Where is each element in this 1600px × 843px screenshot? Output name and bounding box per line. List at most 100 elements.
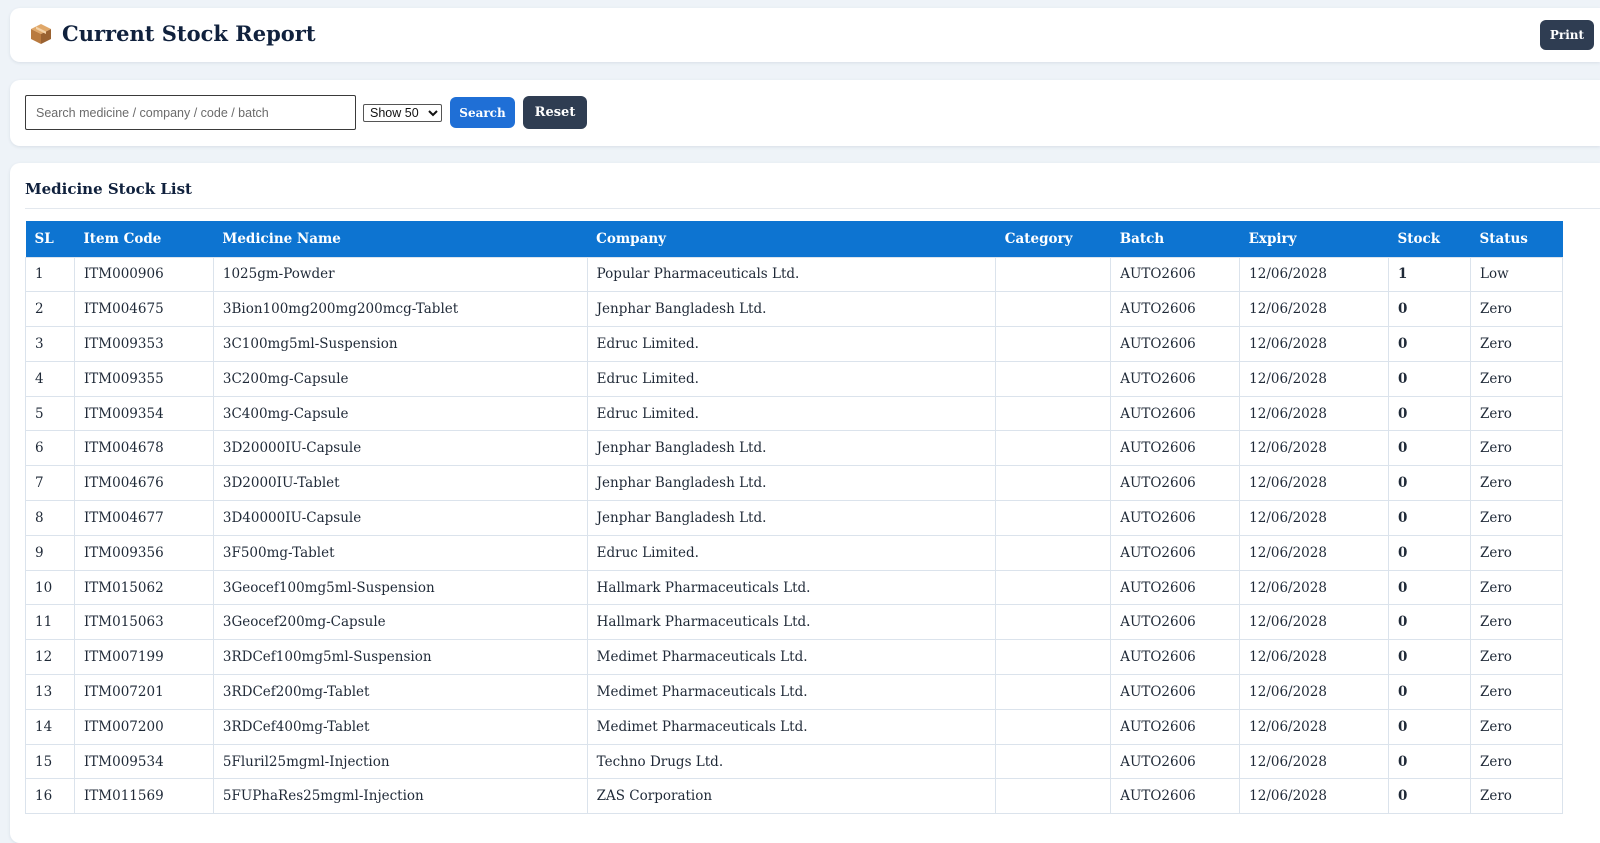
cell-status: Zero [1469,430,1564,467]
table-row[interactable]: 1 ITM000906 1025gm-Powder Popular Pharmaceu… [25,256,1564,293]
cell-category [995,465,1112,502]
search-button[interactable]: Search [450,97,515,128]
cell-item-code: ITM009356 [73,534,214,571]
reset-button[interactable]: Reset [523,96,587,129]
cell-expiry: 12/06/2028 [1239,778,1390,815]
table-row[interactable]: 16 ITM011569 5FUPhaRes25mgml-Injection ZAS … [25,778,1564,815]
cell-batch: AUTO2606 [1110,639,1241,676]
column-header-status[interactable]: Status [1470,221,1563,257]
filter-bar: Show 50 Search Reset [10,80,1600,146]
table-row[interactable]: 12 ITM007199 3RDCef100mg5ml-Suspension Medi… [25,639,1564,676]
table-row[interactable]: 3 ITM009353 3C100mg5ml-Suspension Edruc Lim… [25,326,1564,362]
cell-company: Jenphar Bangladesh Ltd. [586,465,997,502]
cell-category [995,674,1112,710]
table-row[interactable]: 10 ITM015062 3Geocef100mg5ml-Suspension Hal… [25,569,1564,606]
column-header-batch[interactable]: Batch [1110,221,1240,257]
table-row[interactable]: 15 ITM009534 5Fluril25mgml-Injection Techno… [25,743,1564,780]
cell-stock: 0 [1388,569,1471,606]
cell-medicine-name: 3F500mg-Tablet [212,534,588,571]
table-row[interactable]: 8 ITM004677 3D40000IU-Capsule Jenphar Bangl… [25,500,1564,536]
cell-company: Popular Pharmaceuticals Ltd. [586,256,997,293]
cell-sl: 10 [25,569,75,606]
cell-status: Low [1469,256,1564,293]
cell-expiry: 12/06/2028 [1239,743,1390,780]
cell-expiry: 12/06/2028 [1239,430,1390,467]
cell-status: Zero [1469,639,1564,676]
cell-status: Zero [1469,534,1564,571]
cell-category [995,639,1112,676]
cell-sl: 3 [25,326,75,362]
cell-batch: AUTO2606 [1110,778,1241,815]
cell-item-code: ITM009534 [73,743,214,780]
table-row[interactable]: 6 ITM004678 3D20000IU-Capsule Jenphar Bangl… [25,430,1564,467]
table-row[interactable]: 4 ITM009355 3C200mg-Capsule Edruc Limited. A… [25,360,1564,397]
column-header-item-code[interactable]: Item Code [74,221,214,257]
column-header-expiry[interactable]: Expiry [1239,221,1389,257]
cell-stock: 0 [1388,674,1471,710]
cell-item-code: ITM004678 [73,430,214,467]
table-row[interactable]: 11 ITM015063 3Geocef200mg-Capsule Hallmark … [25,604,1564,641]
cell-status: Zero [1469,743,1564,780]
table-row[interactable]: 14 ITM007200 3RDCef400mg-Tablet Medimet Pha… [25,708,1564,745]
cell-sl: 11 [25,604,75,641]
cell-stock: 0 [1388,500,1471,536]
table-row[interactable]: 7 ITM004676 3D2000IU-Tablet Jenphar Banglad… [25,465,1564,502]
search-input[interactable] [25,95,356,130]
cell-stock: 0 [1388,639,1471,676]
cell-item-code: ITM009353 [73,326,214,362]
cell-status: Zero [1469,500,1564,536]
cell-batch: AUTO2606 [1110,360,1241,397]
column-header-category[interactable]: Category [995,221,1111,257]
cell-medicine-name: 3RDCef400mg-Tablet [212,708,588,745]
cell-medicine-name: 3D40000IU-Capsule [212,500,588,536]
cell-category [995,395,1112,432]
cell-sl: 15 [25,743,75,780]
cell-sl: 9 [25,534,75,571]
cell-expiry: 12/06/2028 [1239,708,1390,745]
table-header-row: SL Item Code Medicine Name Company Categ… [25,221,1563,257]
stock-table: SL Item Code Medicine Name Company Categ… [25,221,1564,815]
cell-sl: 2 [25,291,75,328]
table-row[interactable]: 5 ITM009354 3C400mg-Capsule Edruc Limited. A… [25,395,1564,432]
cell-medicine-name: 1025gm-Powder [212,256,588,293]
column-header-sl[interactable]: SL [25,221,75,257]
cell-expiry: 12/06/2028 [1239,256,1390,293]
cell-expiry: 12/06/2028 [1239,639,1390,676]
cell-item-code: ITM007200 [73,708,214,745]
stock-list-card: Medicine Stock List SL Item Code Medicin… [10,163,1600,843]
cell-medicine-name: 5FUPhaRes25mgml-Injection [212,778,588,815]
cell-expiry: 12/06/2028 [1239,395,1390,432]
cell-category [995,778,1112,815]
page-size-select[interactable]: Show 50 [363,104,442,122]
cell-stock: 0 [1388,778,1471,815]
cell-batch: AUTO2606 [1110,674,1241,710]
cell-stock: 0 [1388,395,1471,432]
cell-stock: 0 [1388,604,1471,641]
cell-sl: 16 [25,778,75,815]
column-header-stock[interactable]: Stock [1388,221,1471,257]
cell-batch: AUTO2606 [1110,326,1241,362]
cell-company: Techno Drugs Ltd. [586,743,997,780]
cell-category [995,326,1112,362]
column-header-medicine-name[interactable]: Medicine Name [213,221,588,257]
table-row[interactable]: 9 ITM009356 3F500mg-Tablet Edruc Limited. AU… [25,534,1564,571]
cell-medicine-name: 3Geocef100mg5ml-Suspension [212,569,588,606]
cell-sl: 6 [25,430,75,467]
cell-category [995,534,1112,571]
cell-batch: AUTO2606 [1110,604,1241,641]
cell-category [995,360,1112,397]
column-header-company[interactable]: Company [587,221,996,257]
cell-sl: 14 [25,708,75,745]
table-row[interactable]: 2 ITM004675 3Bion100mg200mg200mcg-Tablet Je… [25,291,1564,328]
package-box-icon [31,23,51,44]
cell-medicine-name: 3RDCef100mg5ml-Suspension [212,639,588,676]
table-row[interactable]: 13 ITM007201 3RDCef200mg-Tablet Medimet Pha… [25,674,1564,710]
cell-category [995,743,1112,780]
cell-item-code: ITM007199 [73,639,214,676]
cell-medicine-name: 3Bion100mg200mg200mcg-Tablet [212,291,588,328]
cell-company: Edruc Limited. [586,326,997,362]
cell-expiry: 12/06/2028 [1239,326,1390,362]
table-body: 1 ITM000906 1025gm-Powder Popular Pharmaceu… [25,256,1564,815]
cell-item-code: ITM009355 [73,360,214,397]
print-button[interactable]: Print [1540,20,1594,50]
